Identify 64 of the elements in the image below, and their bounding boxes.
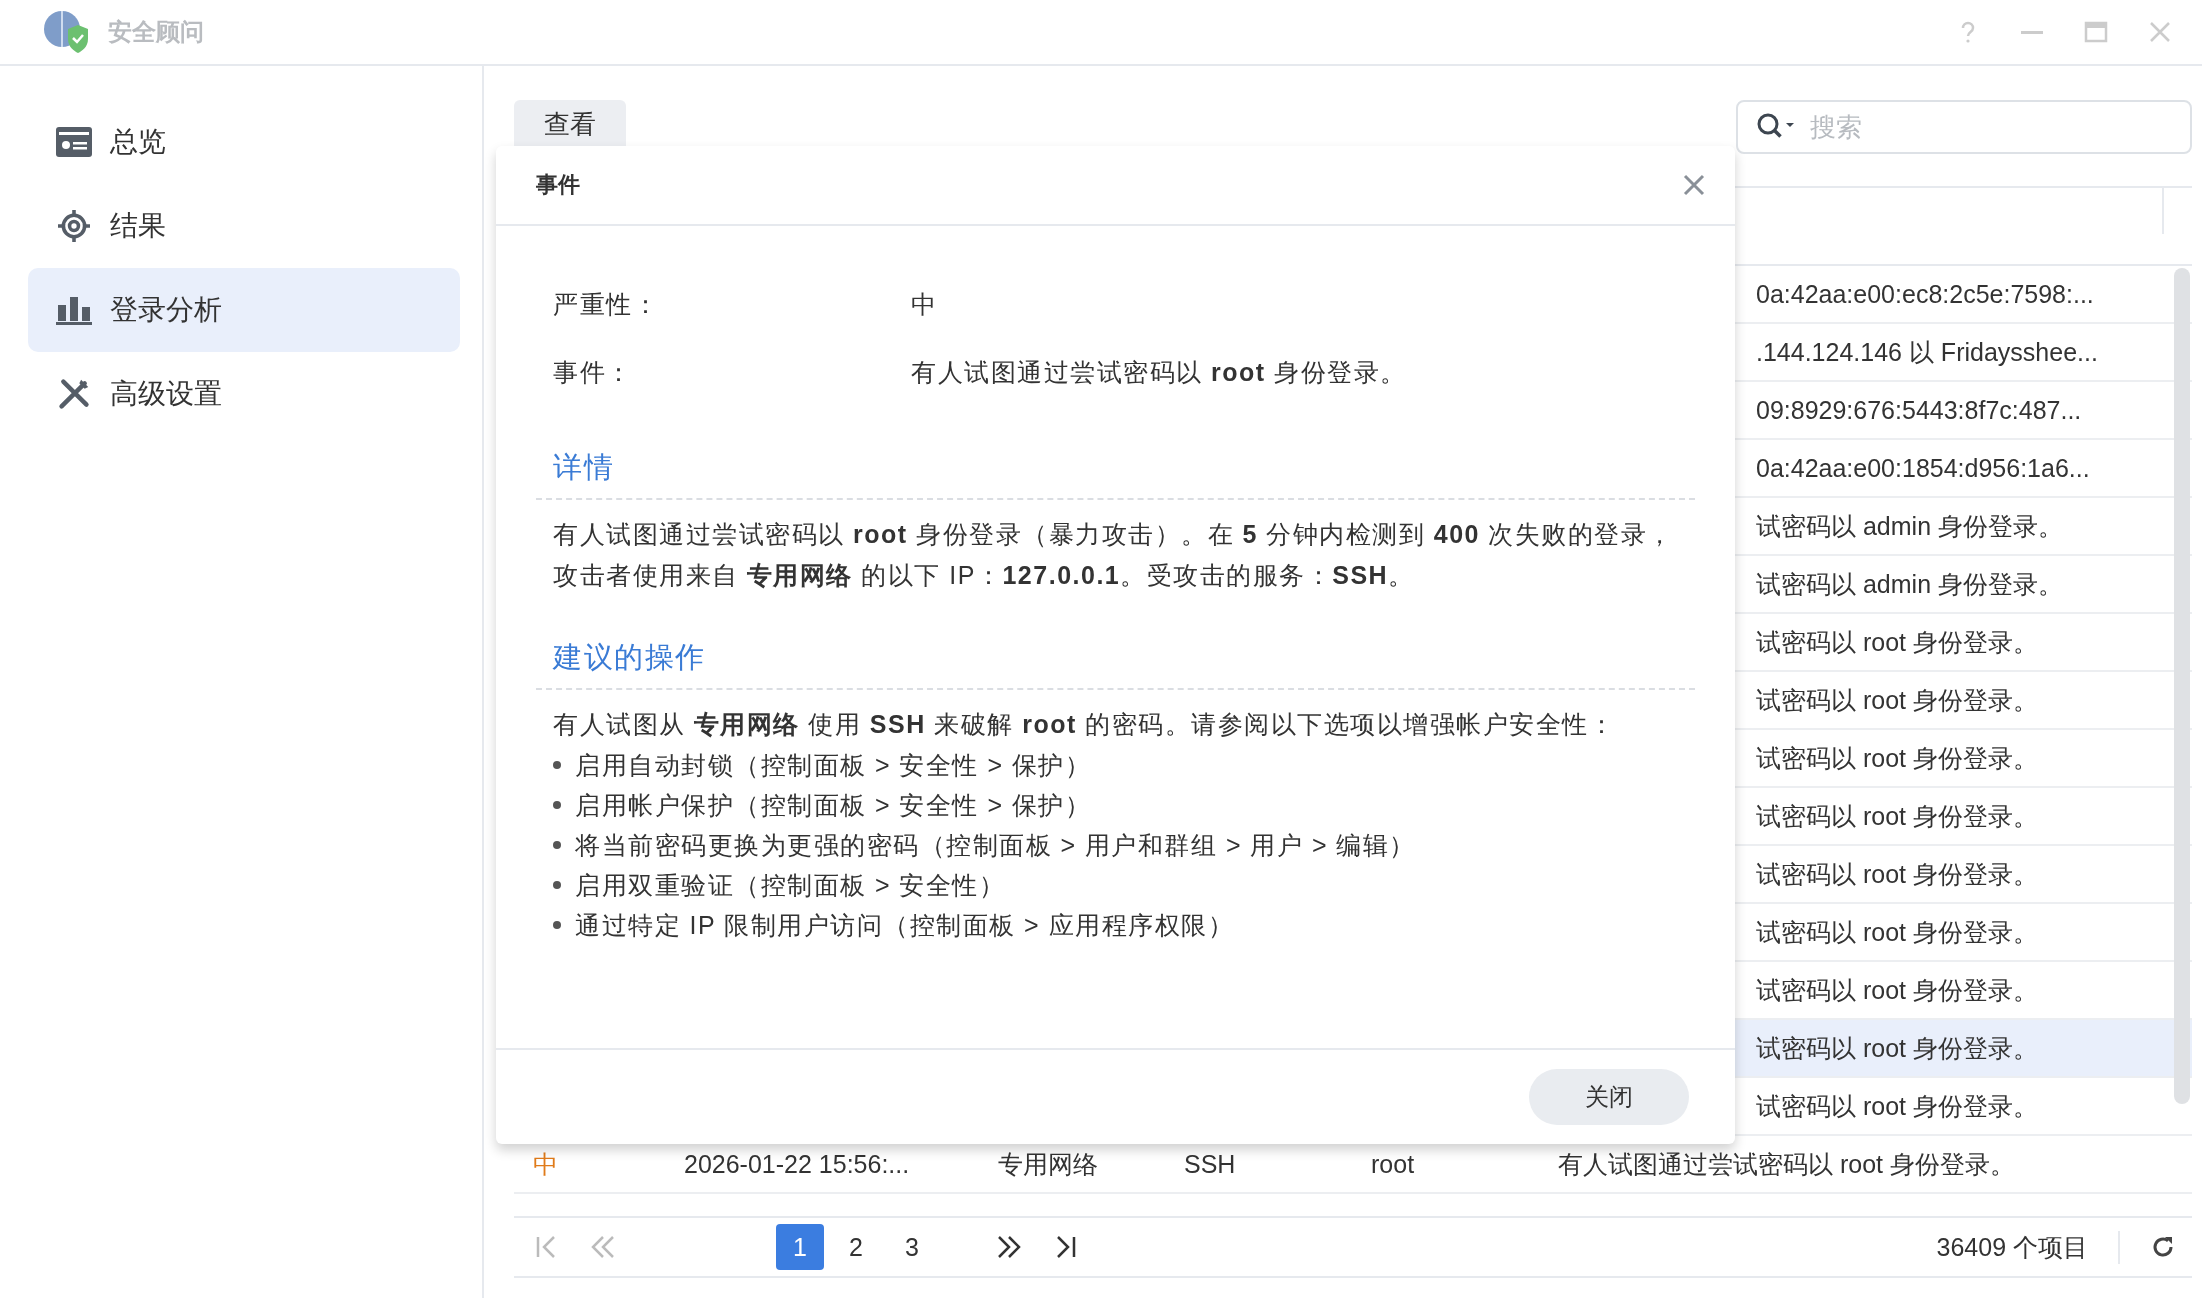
table-cell-text: root [1371,1149,1416,1179]
field-value: 中 [911,288,939,320]
window-title: 安全顾问 [108,17,204,47]
list-item: 启用自动封锁（控制面板 > 安全性 > 保护） [575,750,1092,781]
item-count: 36409 个项目 [1936,1230,2120,1264]
table-cell-text: 有人试图通过尝试密码以 root 身份登录。 [1558,1148,2016,1180]
table-cell-text: 试密码以 root 身份登录。 [1756,858,2038,890]
table-cell-text: 试密码以 root 身份登录。 [1756,974,2038,1006]
table-cell-text: 试密码以 root 身份登录。 [1756,1090,2038,1122]
table-cell-text: 试密码以 root 身份登录。 [1756,800,2038,832]
table-cell-text: 试密码以 root 身份登录。 [1756,626,2038,658]
table-cell-text: SSH [1184,1149,1237,1179]
id-card-icon [56,126,92,158]
page-button[interactable]: 1 [776,1224,824,1270]
field-label: 事件： [553,356,634,388]
list-item: 启用双重验证（控制面板 > 安全性） [575,870,1006,901]
maximize-icon[interactable] [2084,20,2108,44]
table-cell-text: 2026-01-22 15:56:... [684,1149,911,1179]
table-cell-text: 专用网络 [998,1148,1099,1180]
close-icon[interactable] [2148,20,2172,44]
table-cell-text: 试密码以 root 身份登录。 [1756,916,2038,948]
bullet-icon [553,841,561,849]
list-item: 通过特定 IP 限制用户访问（控制面板 > 应用程序权限） [575,910,1235,941]
search-field[interactable]: 搜索 [1736,100,2192,154]
sidebar-item[interactable]: 总览 [28,100,460,184]
sidebar-item[interactable]: 高级设置 [28,352,460,436]
table-cell-text: 试密码以 admin 身份登录。 [1756,568,2063,600]
section-heading: 建议的操作 [536,622,1695,690]
view-button[interactable]: 查看 [514,100,626,148]
scrollbar[interactable] [2174,268,2190,1104]
tools-icon [56,378,92,410]
severity-cell-text: 中 [533,1148,559,1180]
paragraph: 有人试图通过尝试密码以 root 身份登录（暴力攻击）。在 5 分钟内检测到 400 次失败的登录，攻击者使用来自 专用网络 的以下 IP：127.0.0.1。受攻击的服务：SSH。 [552,519,1675,591]
list-item: 启用帐户保护（控制面板 > 安全性 > 保护） [575,790,1092,821]
sidebar-item[interactable]: 登录分析 [28,268,460,352]
table-cell-text: 试密码以 root 身份登录。 [1756,1032,2038,1064]
field-label: 严重性： [553,288,660,320]
previous-page-icon[interactable] [590,1234,616,1260]
table-cell: 0a:42aa:e00:ec8:2c5e:7598:... [1756,279,2094,309]
close-button[interactable]: 关闭 [1529,1069,1689,1125]
paragraph: 有人试图从 专用网络 使用 SSH 来破解 root 的密码。请参阅以下选项以增强帐户安全性： [552,709,1617,740]
table-cell-text: 试密码以 admin 身份登录。 [1756,510,2063,542]
next-page-icon[interactable] [996,1234,1022,1260]
bar-chart-icon [56,294,92,326]
dialog-title: 事件 [536,171,580,199]
target-icon [56,210,92,242]
bullet-icon [553,761,561,769]
app-logo-icon [42,9,88,55]
table-cell: 0a:42aa:e00:1854:d956:1a6... [1756,453,2090,483]
list-item: 将当前密码更换为更强的密码（控制面板 > 用户和群组 > 用户 > 编辑） [575,830,1416,861]
search-input[interactable]: 搜索 [1810,102,2190,152]
page-button[interactable]: 3 [888,1224,936,1270]
bullet-icon [553,881,561,889]
close-icon[interactable] [1683,174,1705,196]
table-cell-text: .144.124.146 以 Fridaysshee... [1756,336,2098,368]
sidebar-item[interactable]: 结果 [28,184,460,268]
bullet-icon [553,921,561,929]
bullet-icon [553,801,561,809]
section-heading: 详情 [536,432,1695,500]
field-value: 有人试图通过尝试密码以 root 身份登录。 [911,356,1408,388]
table-cell-text: 试密码以 root 身份登录。 [1756,684,2038,716]
page-button[interactable]: 2 [832,1224,880,1270]
table-cell: 09:8929:676:5443:8f7c:487... [1756,395,2082,425]
table-cell-text: 试密码以 root 身份登录。 [1756,742,2038,774]
